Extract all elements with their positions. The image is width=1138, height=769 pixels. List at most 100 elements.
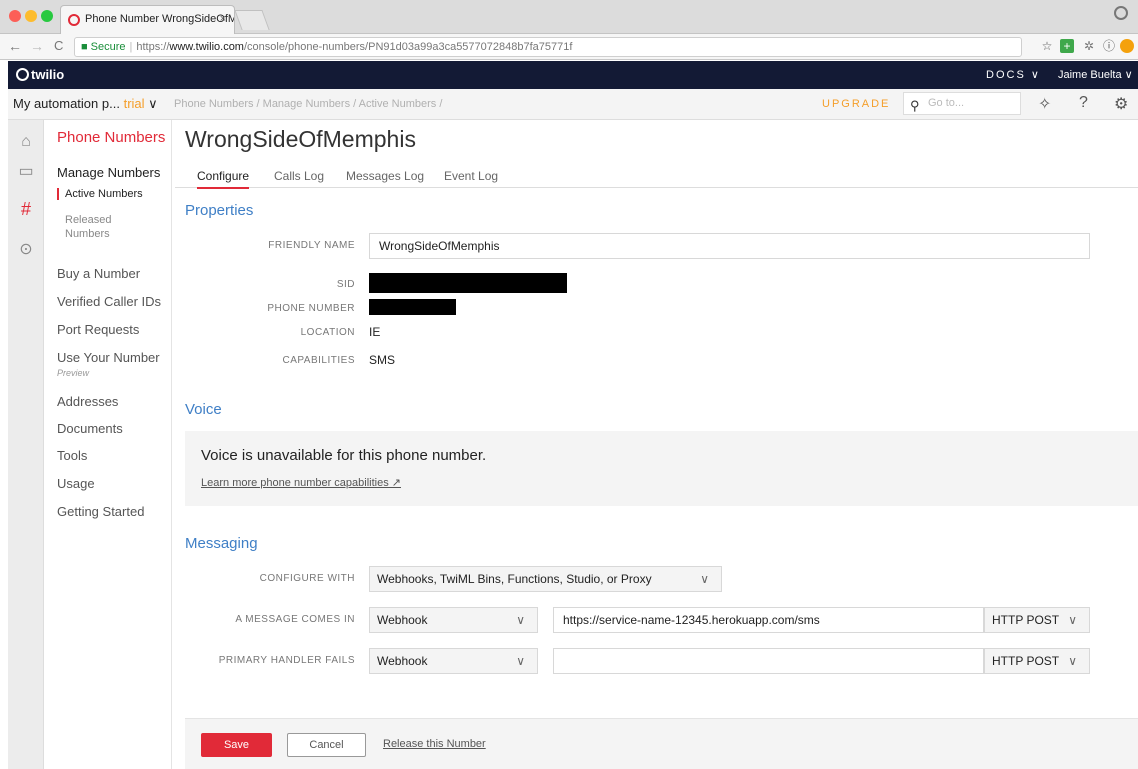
learn-more-capabilities-link[interactable]: Learn more phone number capabilities ↗ — [201, 476, 401, 489]
twilio-logo[interactable]: twilio — [16, 67, 64, 82]
message-comes-in-label: A MESSAGE COMES IN — [235, 614, 355, 625]
chevron-down-icon: ∨ — [700, 572, 709, 586]
minimize-window-button[interactable] — [25, 10, 37, 22]
breadcrumb[interactable]: Phone Numbers / Manage Numbers / Active … — [174, 98, 442, 110]
location-label: LOCATION — [300, 327, 355, 338]
tab-event-log[interactable]: Event Log — [444, 169, 498, 183]
account-switcher[interactable]: My automation p... trial ∨ — [13, 96, 158, 112]
debugger-bug-icon[interactable]: ✧ — [1038, 94, 1051, 114]
tab-configure[interactable]: Configure — [197, 169, 250, 189]
extension-plus-icon[interactable]: + — [1060, 39, 1074, 53]
incoming-webhook-url-field[interactable]: https://service-name-12345.herokuapp.com… — [553, 607, 984, 633]
browser-tab[interactable]: Phone Number WrongSideOfM × — [60, 5, 235, 34]
sidebar-item-verified-caller-ids[interactable]: Verified Caller IDs — [57, 294, 161, 309]
fallback-http-method-value: HTTP POST — [992, 654, 1060, 668]
incoming-handler-type-select[interactable]: Webhook ∨ — [369, 607, 538, 633]
search-icon: ⚲ — [910, 98, 920, 113]
incoming-http-method-select[interactable]: HTTP POST ∨ — [984, 607, 1090, 633]
config-tabs: Configure Calls Log Messages Log Event L… — [175, 165, 1138, 189]
chevron-down-icon: ∨ — [148, 96, 158, 111]
extension-orange-icon[interactable] — [1120, 39, 1134, 53]
twilio-logo-icon — [16, 68, 29, 81]
url-field[interactable]: ■ Secure | https://www.twilio.com/console/p… — [74, 37, 1022, 57]
console-top-bar: twilio DOCS ∨ Jaime Buelta ∨ — [8, 61, 1138, 89]
browser-tab-title: Phone Number WrongSideOfM — [85, 13, 235, 25]
close-window-button[interactable] — [9, 10, 21, 22]
phone-numbers-hash-icon[interactable]: # — [16, 199, 36, 219]
logo-text: twilio — [31, 67, 65, 82]
friendly-name-label: FRIENDLY NAME — [268, 240, 355, 251]
new-tab-button[interactable] — [234, 10, 270, 30]
phone-number-label: PHONE NUMBER — [267, 303, 355, 314]
page-title: WrongSideOfMemphis — [185, 126, 416, 152]
location-value: IE — [369, 325, 381, 339]
sidebar-item-active-numbers[interactable]: Active Numbers — [57, 188, 162, 200]
sidebar-item-port-requests[interactable]: Port Requests — [57, 322, 139, 337]
voice-unavailable-panel: Voice is unavailable for this phone numb… — [185, 431, 1138, 506]
account-name: My automation p... — [13, 96, 120, 111]
voice-unavailable-message: Voice is unavailable for this phone numb… — [201, 447, 487, 464]
friendly-name-field[interactable]: WrongSideOfMemphis — [369, 233, 1090, 259]
fallback-http-method-select[interactable]: HTTP POST ∨ — [984, 648, 1090, 674]
url-host: www.twilio.com — [169, 41, 244, 53]
tab-close-icon[interactable]: × — [220, 6, 226, 33]
forward-arrow-icon[interactable]: → — [30, 38, 44, 54]
tab-calls-log[interactable]: Calls Log — [274, 169, 324, 183]
maximize-window-button[interactable] — [41, 10, 53, 22]
incoming-http-method-value: HTTP POST — [992, 613, 1060, 627]
capabilities-value: SMS — [369, 353, 396, 367]
home-icon[interactable]: ⌂ — [16, 132, 36, 152]
fallback-handler-type-select[interactable]: Webhook ∨ — [369, 648, 538, 674]
sidebar-item-addresses[interactable]: Addresses — [57, 394, 118, 409]
phone-numbers-sidebar: Phone Numbers Manage Numbers Active Numb… — [44, 120, 172, 769]
url-path: /console/phone-numbers/PN91d03a99a3ca557… — [243, 41, 573, 53]
preview-badge: Preview — [57, 368, 90, 378]
more-products-icon[interactable]: ⊙ — [16, 240, 36, 260]
docs-menu[interactable]: DOCS ∨ — [986, 68, 1041, 81]
sidebar-item-usage[interactable]: Usage — [57, 476, 95, 491]
sidebar-item-buy-a-number[interactable]: Buy a Number — [57, 266, 140, 281]
settings-gear-icon[interactable]: ⚙ — [1114, 94, 1128, 114]
primary-handler-fails-label: PRIMARY HANDLER FAILS — [218, 655, 355, 666]
secure-label: Secure — [90, 41, 126, 53]
extension-info-icon[interactable]: ⓘ — [1102, 39, 1116, 53]
messaging-heading: Messaging — [185, 535, 258, 552]
bookmark-star-icon[interactable]: ☆ — [1040, 39, 1054, 53]
fallback-handler-type-value: Webhook — [377, 654, 428, 668]
sid-redacted — [369, 273, 567, 293]
twilio-favicon-icon — [68, 14, 80, 26]
profile-icon[interactable] — [1114, 6, 1128, 20]
chevron-down-icon: ∨ — [516, 613, 525, 627]
upgrade-link[interactable]: UPGRADE — [822, 98, 890, 110]
reload-icon[interactable]: C — [54, 38, 63, 53]
browser-address-bar: ← → C ■ Secure | https://www.twilio.com/con… — [0, 34, 1138, 60]
trial-badge: trial — [123, 96, 145, 111]
sid-label: SID — [336, 279, 355, 290]
go-to-search-input[interactable]: ⚲ Go to... — [903, 92, 1021, 115]
cancel-button[interactable]: Cancel — [287, 733, 366, 757]
release-number-link[interactable]: Release this Number — [383, 738, 486, 750]
save-button[interactable]: Save — [201, 733, 272, 757]
configure-with-value: Webhooks, TwiML Bins, Functions, Studio,… — [377, 572, 652, 586]
url-scheme: https:// — [136, 41, 170, 53]
sidebar-item-tools[interactable]: Tools — [57, 448, 87, 463]
account-bar: My automation p... trial ∨ Phone Numbers… — [8, 89, 1138, 120]
phone-number-redacted — [369, 299, 456, 315]
extension-puzzle-icon[interactable]: ✲ — [1082, 39, 1096, 53]
user-menu[interactable]: Jaime Buelta ∨ — [1058, 68, 1133, 81]
sidebar-item-released-numbers[interactable]: Released Numbers — [57, 213, 157, 241]
configure-with-select[interactable]: Webhooks, TwiML Bins, Functions, Studio,… — [369, 566, 722, 592]
tab-messages-log[interactable]: Messages Log — [346, 169, 424, 183]
sidebar-title[interactable]: Phone Numbers — [57, 129, 165, 146]
capabilities-label: CAPABILITIES — [282, 355, 355, 366]
sidebar-item-getting-started[interactable]: Getting Started — [57, 504, 144, 519]
help-icon[interactable]: ? — [1079, 94, 1088, 112]
properties-heading: Properties — [185, 202, 254, 219]
fallback-webhook-url-field[interactable] — [553, 648, 984, 674]
url-divider: | — [129, 41, 133, 53]
sidebar-item-manage-numbers[interactable]: Manage Numbers — [57, 165, 160, 180]
back-arrow-icon[interactable]: ← — [8, 38, 22, 54]
chat-icon[interactable]: ▭ — [16, 162, 36, 182]
sidebar-item-documents[interactable]: Documents — [57, 421, 123, 436]
sidebar-item-use-your-number[interactable]: Use Your Number — [57, 350, 160, 365]
